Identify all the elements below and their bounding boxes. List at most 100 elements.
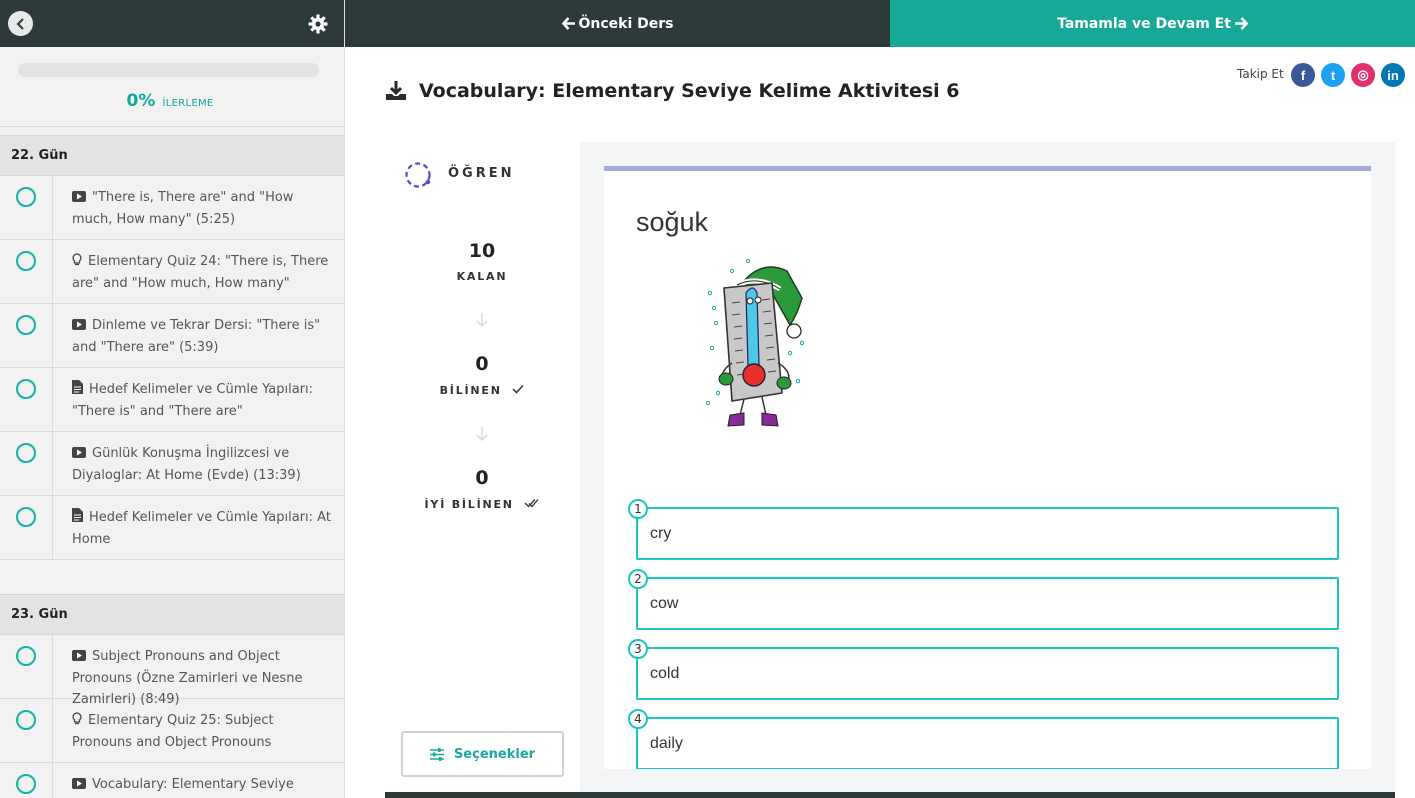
back-button[interactable] <box>8 11 33 36</box>
arrow-down-icon <box>476 313 488 327</box>
incomplete-circle-icon <box>16 315 36 335</box>
video-icon <box>72 444 86 465</box>
lesson-item[interactable]: "There is, There are" and "How much, How… <box>0 176 344 240</box>
video-icon <box>72 647 86 668</box>
option-text: cow <box>650 595 679 612</box>
lesson-item[interactable]: Günlük Konuşma İngilizcesi ve Diyaloglar… <box>0 432 344 496</box>
sidebar-header <box>0 0 344 47</box>
incomplete-circle-icon <box>16 507 36 527</box>
double-check-icon <box>525 499 539 508</box>
lesson-status <box>0 368 53 431</box>
page-title: Vocabulary: Elementary Seviye Kelime Akt… <box>419 80 960 102</box>
known-count: 0 <box>475 353 489 375</box>
lesson-text: Dinleme ve Tekrar Dersi: "There is" and … <box>53 304 344 367</box>
learn-icon <box>405 162 431 188</box>
incomplete-circle-icon <box>16 443 36 463</box>
lesson-status <box>0 432 53 495</box>
remaining-count: 10 <box>468 240 496 262</box>
question-word: soğuk <box>636 207 709 237</box>
option-number: 1 <box>628 499 648 519</box>
linkedin-icon[interactable]: in <box>1381 63 1405 87</box>
answer-option[interactable]: 4 daily <box>628 709 1339 769</box>
lesson-label: Vocabulary: Elementary Seviye Kelime Der… <box>92 777 294 792</box>
lesson-status <box>0 763 53 798</box>
option-number: 3 <box>628 639 648 659</box>
arrow-down-icon <box>476 427 488 441</box>
incomplete-circle-icon <box>16 187 36 207</box>
well-known-label: İYİ BİLİNEN <box>424 498 514 511</box>
instagram-icon[interactable]: ◎ <box>1351 63 1375 87</box>
option-text: daily <box>650 735 683 752</box>
day-header[interactable]: 23. Gün <box>0 594 344 635</box>
video-icon <box>72 316 86 337</box>
incomplete-circle-icon <box>16 646 36 666</box>
incomplete-circle-icon <box>16 774 36 794</box>
lesson-text: Vocabulary: Elementary Seviye Kelime Der… <box>53 763 344 798</box>
lesson-label: Hedef Kelimeler ve Cümle Yapıları: At Ho… <box>72 510 331 547</box>
well-known-label-row: İYİ BİLİNEN <box>402 498 562 511</box>
lesson-text: Elementary Quiz 25: Subject Pronouns and… <box>53 699 344 762</box>
previous-lesson-label: Önceki Ders <box>578 15 674 32</box>
lesson-status <box>0 304 53 367</box>
bottom-bar <box>385 792 1395 798</box>
cold-thermometer-illustration <box>705 258 805 427</box>
lesson-status <box>0 240 53 303</box>
lesson-label: Elementary Quiz 24: "There is, There are… <box>72 254 329 291</box>
lesson-item[interactable]: Dinleme ve Tekrar Dersi: "There is" and … <box>0 304 344 368</box>
answer-option[interactable]: 3 cold <box>628 639 1339 700</box>
progress-text: 0% İLERLEME <box>0 91 340 111</box>
chevron-left-icon <box>16 17 24 30</box>
day-header[interactable]: 22. Gün <box>0 135 344 176</box>
twitter-icon[interactable]: t <box>1321 63 1345 87</box>
lightbulb-icon <box>72 252 82 273</box>
lesson-item[interactable]: Hedef Kelimeler ve Cümle Yapıları: "Ther… <box>0 368 344 432</box>
document-icon <box>72 380 83 401</box>
progress-label: İLERLEME <box>162 98 214 109</box>
lesson-label: "There is, There are" and "How much, How… <box>72 190 294 227</box>
known-label-row: BİLİNEN <box>402 384 562 397</box>
lightbulb-icon <box>72 711 82 732</box>
lesson-text: Elementary Quiz 24: "There is, There are… <box>53 240 344 303</box>
lesson-label: Hedef Kelimeler ve Cümle Yapıları: "Ther… <box>72 382 314 419</box>
answer-option[interactable]: 2 cow <box>628 569 1339 630</box>
well-known-count: 0 <box>475 467 489 489</box>
lesson-item[interactable]: Elementary Quiz 25: Subject Pronouns and… <box>0 699 344 763</box>
lesson-item[interactable]: Vocabulary: Elementary Seviye Kelime Der… <box>0 763 344 798</box>
lesson-status <box>0 496 53 559</box>
lesson-item[interactable]: Subject Pronouns and Object Pronouns (Öz… <box>0 635 344 707</box>
sidebar: 0% İLERLEME 22. Gün "There is, There are"… <box>0 0 345 798</box>
option-number: 2 <box>628 569 648 589</box>
gear-icon[interactable] <box>308 14 328 34</box>
complete-continue-label: Tamamla ve Devam Et <box>1057 15 1231 32</box>
lesson-text: Hedef Kelimeler ve Cümle Yapıları: At Ho… <box>53 496 344 559</box>
incomplete-circle-icon <box>16 251 36 271</box>
options-label: Seçenekler <box>453 746 536 762</box>
lesson-status <box>0 176 53 239</box>
known-label: BİLİNEN <box>439 384 502 397</box>
incomplete-circle-icon <box>16 379 36 399</box>
video-icon <box>72 188 86 209</box>
lesson-label: Elementary Quiz 25: Subject Pronouns and… <box>72 713 274 750</box>
lesson-text: Günlük Konuşma İngilizcesi ve Diyaloglar… <box>53 432 344 495</box>
lesson-text: Subject Pronouns and Object Pronouns (Öz… <box>53 635 344 707</box>
download-icon[interactable] <box>385 80 407 102</box>
follow-label: Takip Et <box>1237 67 1284 81</box>
answer-option[interactable]: 1 cry <box>628 499 1339 560</box>
options-button[interactable]: Seçenekler <box>401 731 564 777</box>
document-icon <box>72 508 83 529</box>
option-number: 4 <box>628 709 648 729</box>
facebook-icon[interactable]: f <box>1291 63 1315 87</box>
lesson-label: Dinleme ve Tekrar Dersi: "There is" and … <box>72 318 321 355</box>
previous-lesson-button[interactable]: Önceki Ders <box>345 0 890 47</box>
sliders-icon <box>429 747 444 761</box>
learn-mode-label: ÖĞREN <box>448 166 515 181</box>
option-text: cry <box>650 525 672 542</box>
complete-continue-button[interactable]: Tamamla ve Devam Et <box>890 0 1415 47</box>
lesson-item[interactable]: Hedef Kelimeler ve Cümle Yapıları: At Ho… <box>0 496 344 560</box>
lesson-item[interactable]: Elementary Quiz 24: "There is, There are… <box>0 240 344 304</box>
arrow-right-icon <box>1234 17 1248 30</box>
video-icon <box>72 775 86 796</box>
lesson-status <box>0 699 53 762</box>
incomplete-circle-icon <box>16 710 36 730</box>
arrow-left-icon <box>561 17 575 30</box>
